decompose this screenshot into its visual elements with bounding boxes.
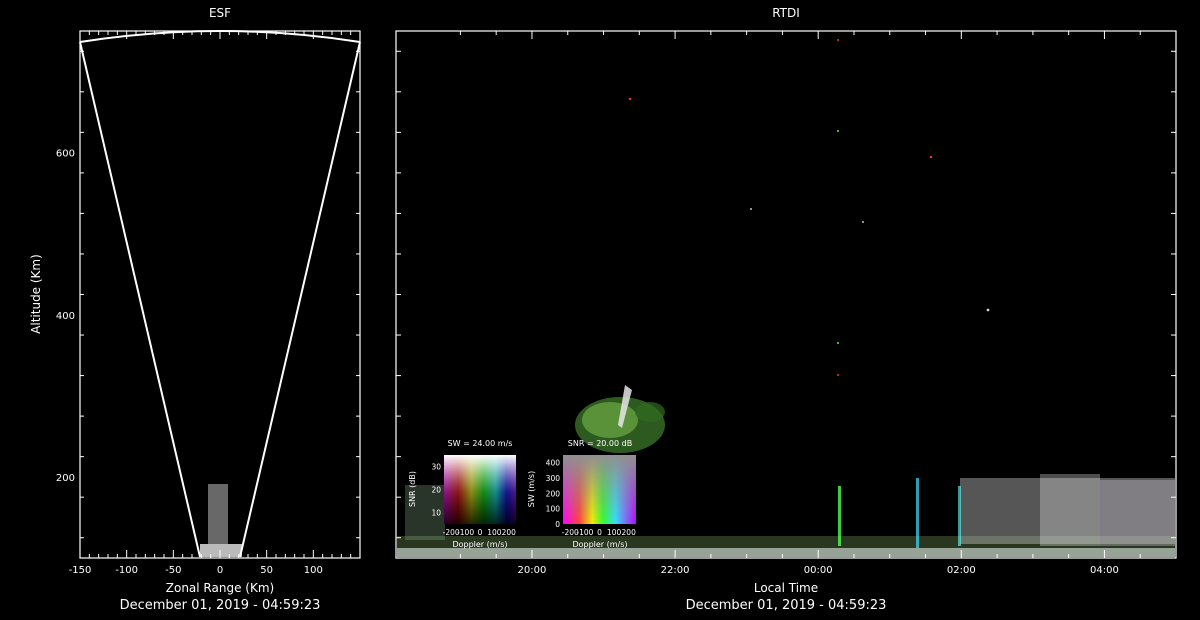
esf-axes-frame [79,30,361,559]
esf-x-tick-label: 50 [260,565,273,576]
legend1-x-label: Doppler (m/s) [452,540,507,549]
legend-y-tick-label: 20 [431,486,441,495]
esf-echo-column [208,484,228,544]
rtdi-x-tick-label: 04:00 [1090,565,1119,576]
rtdi-x-axis-label: Local Time [754,581,818,595]
legend-y-tick-label: 400 [546,459,561,468]
legend-x-tick-label: -100 [576,528,593,537]
rtdi-x-tick-label: 00:00 [804,565,833,576]
legend2-title: SNR = 20.00 dB [568,439,632,448]
esf-x-tick-label: -50 [165,565,181,576]
rtdi-x-tick-label: 22:00 [661,565,690,576]
rtdi-x-tick-label: 20:00 [518,565,547,576]
legend-x-tick-label: 0 [597,528,602,537]
esf-y-tick-label: 400 [56,311,75,322]
rtdi-title: RTDI [772,6,800,20]
rtdi-panel: RTDI 20:00 22:00 00:00 02:00 04:00 Local… [395,6,1177,595]
esf-date-caption: December 01, 2019 - 04:59:23 [119,598,321,613]
esf-title: ESF [209,6,231,20]
legend-y-tick-label: 0 [555,520,560,529]
esf-echo-base [200,544,242,557]
legend-y-tick-label: 300 [546,474,561,483]
legend1-title: SW = 24.00 m/s [448,439,513,448]
esf-panel: ESF -150 -100 -50 0 50 100 200 400 600 Zonal Ra… [29,6,361,595]
legend-x-tick-label: 200 [622,528,637,537]
legend-y-tick-label: 10 [431,509,441,518]
esf-x-axis-label: Zonal Range (Km) [166,581,274,595]
legend-x-tick-label: 200 [502,528,517,537]
legend-x-tick-label: 0 [478,528,483,537]
legend-y-tick-label: 30 [431,463,441,472]
legend2-x-label: Doppler (m/s) [572,540,627,549]
esf-x-tick-label: -150 [69,565,92,576]
esf-x-tick-label: 100 [304,565,323,576]
legend-x-tick-label: -100 [457,528,474,537]
rtdi-date-caption: December 01, 2019 - 04:59:23 [685,598,887,613]
chart-canvas: ESF -150 -100 -50 0 50 100 200400600 Zonal Ra… [29,6,1177,595]
esf-y-tick-label: 200 [56,473,75,484]
legend-x-tick-label: 100 [607,528,622,537]
legend2-x-ticks: -200-100 0 100 200 [562,528,636,537]
legend2-y-label: SW (m/s) [527,471,536,507]
legend1-x-ticks: -200-100 0 100 200 [443,528,516,537]
legend-y-tick-label: 100 [546,505,561,514]
esf-y-axis-label: Altitude (Km) [29,254,43,334]
legend1-y-ticks: 10 20 30 [431,463,441,518]
legend1-y-label: SNR (dB) [408,471,417,507]
legend-y-tick-label: 200 [546,489,561,498]
legend-x-tick-label: 100 [487,528,502,537]
esf-y-tick-label: 600 [56,149,75,160]
esf-x-tick-label: -100 [115,565,138,576]
rtdi-x-tick-label: 02:00 [947,565,976,576]
esf-x-tick-label: 0 [217,565,223,576]
